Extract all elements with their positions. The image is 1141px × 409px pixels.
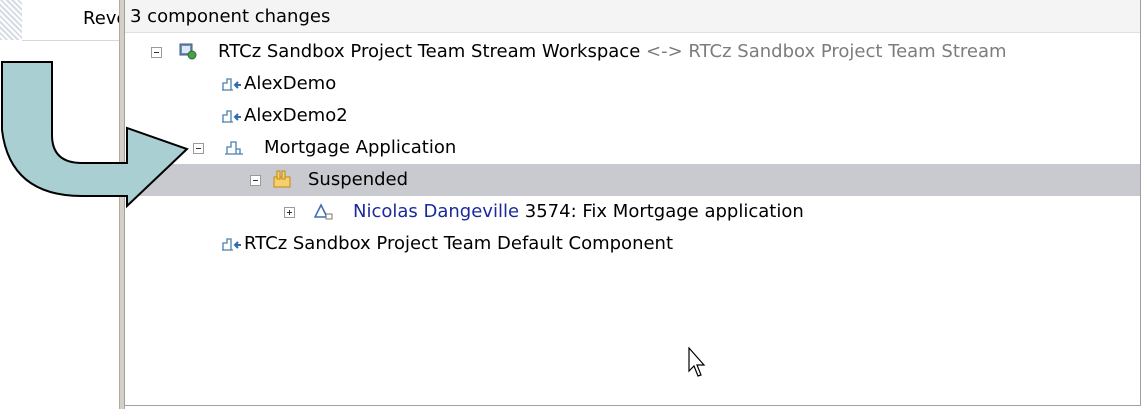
change-set-icon (313, 203, 334, 226)
callout-arrow-icon (1, 61, 189, 209)
tree-row-component[interactable]: RTCz Sandbox Project Team Default Compon… (125, 228, 1140, 260)
change-set-author[interactable]: Nicolas Dangeville (353, 201, 519, 222)
tree-row-suspended[interactable]: Suspended (125, 164, 1140, 196)
component-label: RTCz Sandbox Project Team Default Compon… (244, 233, 674, 254)
workspace-name: RTCz Sandbox Project Team Stream Workspa… (218, 41, 641, 62)
tree-row-component[interactable]: AlexDemo2 (125, 100, 1140, 132)
tree-row-workspace[interactable]: RTCz Sandbox Project Team Stream Workspa… (125, 36, 1140, 68)
tree-row-change-set[interactable]: Nicolas Dangeville 3574: Fix Mortgage ap… (125, 196, 1140, 228)
tree-row-component[interactable]: Mortgage Application (125, 132, 1140, 164)
mouse-cursor-icon (688, 347, 706, 377)
view-header: 3 component changes (125, 0, 1140, 33)
component-changes-view: 3 component changes RTCz Sandbox Project… (124, 0, 1141, 406)
change-set-description: 3574: Fix Mortgage application (524, 201, 804, 222)
incoming-component-icon (221, 236, 243, 257)
component-label: Mortgage Application (264, 137, 457, 158)
suspended-label: Suspended (308, 169, 409, 190)
expand-toggle[interactable] (284, 207, 295, 218)
suspended-changes-icon (272, 170, 292, 193)
flow-target-stream: RTCz Sandbox Project Team Stream (688, 41, 1007, 62)
flow-separator: <-> (646, 41, 683, 62)
tree-row-component[interactable]: AlexDemo (125, 68, 1140, 100)
